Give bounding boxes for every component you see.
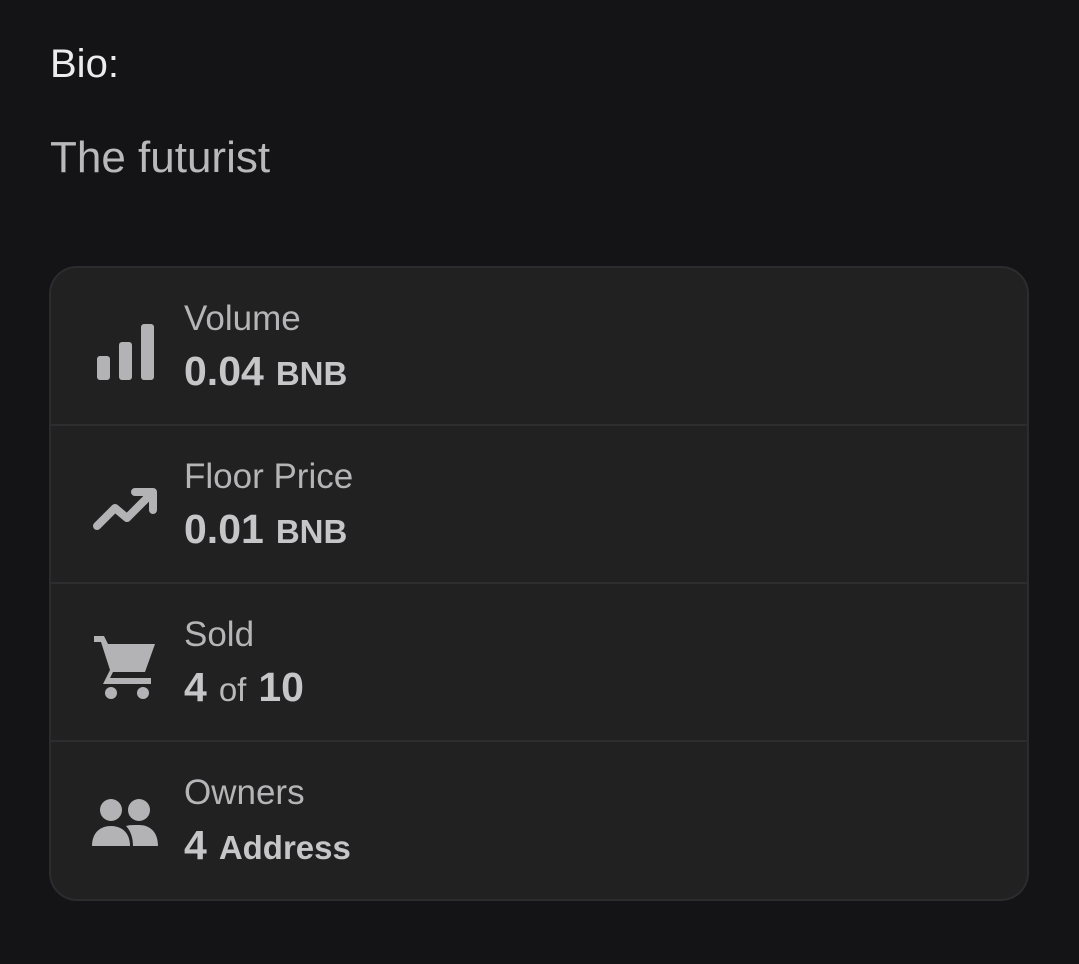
stat-label: Floor Price (184, 457, 354, 496)
owners-count: 4 (184, 822, 207, 868)
stat-value: 4 Address (184, 822, 351, 871)
shopping-cart-icon (89, 630, 161, 702)
bar-chart-icon (89, 314, 161, 386)
volume-amount: 0.04 (184, 348, 264, 394)
sold-total: 10 (258, 664, 304, 710)
sold-count: 4 (184, 664, 207, 710)
people-icon (89, 788, 161, 860)
stats-card: Volume 0.04 BNB Floor Price 0.01 BNB Sol… (49, 266, 1029, 901)
volume-unit: BNB (275, 355, 348, 392)
bio-text: The futurist (50, 133, 271, 182)
floor-price-unit: BNB (275, 513, 348, 550)
owners-unit: Address (218, 829, 351, 866)
stat-label: Owners (184, 773, 305, 812)
stat-value: 0.04 BNB (184, 348, 347, 397)
stat-label: Sold (184, 615, 255, 654)
bio-label: Bio: (50, 42, 119, 86)
trending-up-icon (89, 472, 161, 544)
sold-connector: of (218, 671, 247, 708)
stat-row-floor-price: Floor Price 0.01 BNB (51, 426, 1027, 584)
stat-row-owners: Owners 4 Address (51, 742, 1027, 899)
stat-row-volume: Volume 0.04 BNB (51, 268, 1027, 426)
stat-row-sold: Sold 4 of 10 (51, 584, 1027, 742)
stat-value: 4 of 10 (184, 664, 304, 713)
stat-value: 0.01 BNB (184, 506, 347, 555)
profile-page: Bio: The futurist Volume 0.04 BNB Floor … (0, 0, 1079, 964)
stat-label: Volume (184, 299, 301, 338)
floor-price-amount: 0.01 (184, 506, 264, 552)
